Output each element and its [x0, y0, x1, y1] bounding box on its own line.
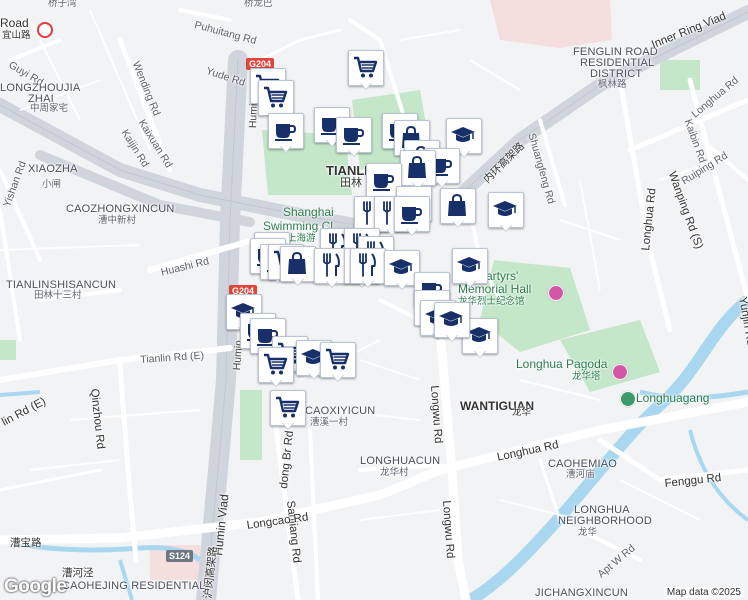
- map-label: 龙华村: [380, 467, 409, 478]
- map-label: LONGHUACUN: [360, 455, 441, 467]
- map-marker-shopping-bag[interactable]: [280, 246, 316, 286]
- map-label: Road: [0, 16, 29, 30]
- museum-icon: [548, 285, 564, 301]
- map-label: 龙华: [512, 407, 532, 418]
- map-marker-shopping-cart[interactable]: [270, 390, 306, 430]
- map-label: 小闸: [42, 179, 62, 190]
- map-label: 枫林路: [598, 79, 627, 90]
- map-label: 漕溪一村: [310, 417, 349, 428]
- map-marker-graduation-cap[interactable]: [488, 192, 524, 232]
- map-marker-shopping-cart[interactable]: [348, 50, 384, 90]
- map-label: 漕河庙: [566, 469, 595, 480]
- map-label: JICHANGXINCUN: [535, 587, 629, 599]
- map-label: 龙华: [578, 527, 598, 538]
- google-logo: Google: [4, 576, 67, 597]
- map-marker-shopping-cart[interactable]: [258, 347, 294, 387]
- map-marker-shopping-bag[interactable]: [440, 188, 476, 228]
- map-label: Shanghai: [283, 205, 334, 219]
- map-base: [0, 0, 748, 600]
- map-marker-coffee[interactable]: [336, 117, 372, 157]
- metro-station-icon: [37, 22, 53, 38]
- map-label: NEIGHBORHOOD: [558, 515, 653, 527]
- map-canvas[interactable]: 桥子湾 桥龙巴 Road 宜山路 Guyi Rd LONGZHOUJIA ZHA…: [0, 0, 748, 600]
- map-marker-graduation-cap[interactable]: [452, 248, 488, 288]
- map-label: CAOXIYICUN: [305, 405, 376, 417]
- map-label: Longhua Pagoda: [516, 357, 608, 371]
- map-label: 田林: [340, 177, 362, 189]
- map-label: 宜山路: [2, 30, 31, 41]
- park-icon: [620, 391, 636, 407]
- map-label: 漕宝路: [10, 537, 42, 549]
- map-marker-coffee[interactable]: [268, 113, 304, 153]
- map-label: 桥子湾: [48, 0, 77, 9]
- highway-shield: S124: [166, 550, 194, 562]
- map-label: 田林十三村: [34, 290, 82, 301]
- map-label: CAOZHONGXINCUN: [66, 203, 175, 215]
- map-marker-shopping-cart[interactable]: [320, 342, 356, 382]
- map-marker-graduation-cap[interactable]: [434, 302, 470, 342]
- pagoda-icon: [612, 364, 628, 380]
- map-label: 桥龙巴: [244, 0, 273, 9]
- map-marker-restaurant[interactable]: [350, 248, 386, 288]
- map-label: Longhuagang: [636, 391, 710, 405]
- map-label: CAOHEJING RESIDENTIAL: [62, 580, 206, 592]
- map-label: 漕河泾: [62, 567, 94, 579]
- map-marker-coffee[interactable]: [394, 196, 430, 236]
- map-label: 中周家宅: [30, 103, 69, 114]
- map-marker-shopping-bag[interactable]: [400, 150, 436, 190]
- map-label: 上海游: [287, 233, 316, 244]
- map-label: 漕中新村: [98, 215, 137, 226]
- map-data-credit[interactable]: Map data ©2025: [663, 587, 744, 598]
- map-label: XIAOZHA: [28, 163, 78, 175]
- map-label: 龙华塔: [572, 371, 601, 382]
